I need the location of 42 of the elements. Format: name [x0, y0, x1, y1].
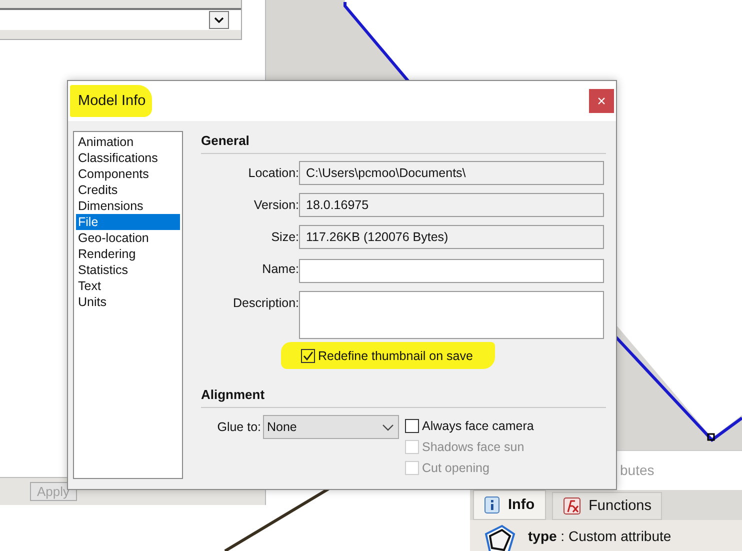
readonly-field: 18.0.16975: [299, 193, 604, 217]
dropdown[interactable]: [0, 8, 241, 30]
checkbox-label: Redefine thumbnail on save: [318, 348, 473, 362]
caret-icon: [209, 11, 229, 29]
checkbox-label: Cut opening: [422, 460, 490, 474]
category-item[interactable]: Dimensions: [76, 198, 180, 214]
close-button[interactable]: ×: [589, 89, 614, 113]
category-item[interactable]: Classifications: [76, 150, 180, 166]
chevron-down-icon: [382, 424, 394, 430]
entity-type-text: type : Custom attribute: [528, 528, 672, 544]
info-icon: [484, 496, 500, 514]
category-item[interactable]: Components: [76, 166, 180, 182]
input-field[interactable]: [299, 291, 604, 339]
input-field[interactable]: [299, 259, 604, 283]
readonly-field: C:\Users\pcmoo\Documents\: [299, 161, 604, 185]
tab[interactable]: Info: [473, 490, 546, 520]
category-item[interactable]: Credits: [76, 182, 180, 198]
attributes-label: butes: [620, 462, 654, 478]
section-heading: Alignment: [201, 387, 606, 408]
window-title: Model Info: [70, 85, 152, 117]
category-item[interactable]: Statistics: [76, 262, 180, 278]
category-item[interactable]: Animation: [76, 134, 180, 150]
field-label: Location:: [247, 165, 299, 180]
function-icon: [562, 497, 581, 515]
section-heading: General: [201, 133, 606, 154]
glue-dropdown[interactable]: None: [263, 415, 399, 439]
field-label: Glue to:: [216, 419, 261, 434]
field-label: Version:: [252, 197, 299, 212]
field-label: Name:: [261, 261, 299, 276]
category-item[interactable]: File: [76, 214, 180, 230]
checkbox[interactable]: [405, 418, 419, 432]
category-item[interactable]: Rendering: [76, 246, 180, 262]
readonly-field: 117.26KB (120076 Bytes): [299, 225, 604, 249]
category-item[interactable]: Text: [76, 278, 180, 294]
tab[interactable]: Functions: [552, 492, 662, 520]
field-label: Size:: [270, 229, 299, 244]
checkbox-label: Shadows face sun: [422, 440, 524, 454]
checkbox[interactable]: [301, 348, 315, 362]
category-item[interactable]: Units: [76, 294, 180, 310]
field-label: Description:: [232, 295, 299, 310]
checkbox-label: Always face camera: [422, 418, 534, 432]
category-item[interactable]: Geo-location: [76, 230, 180, 246]
